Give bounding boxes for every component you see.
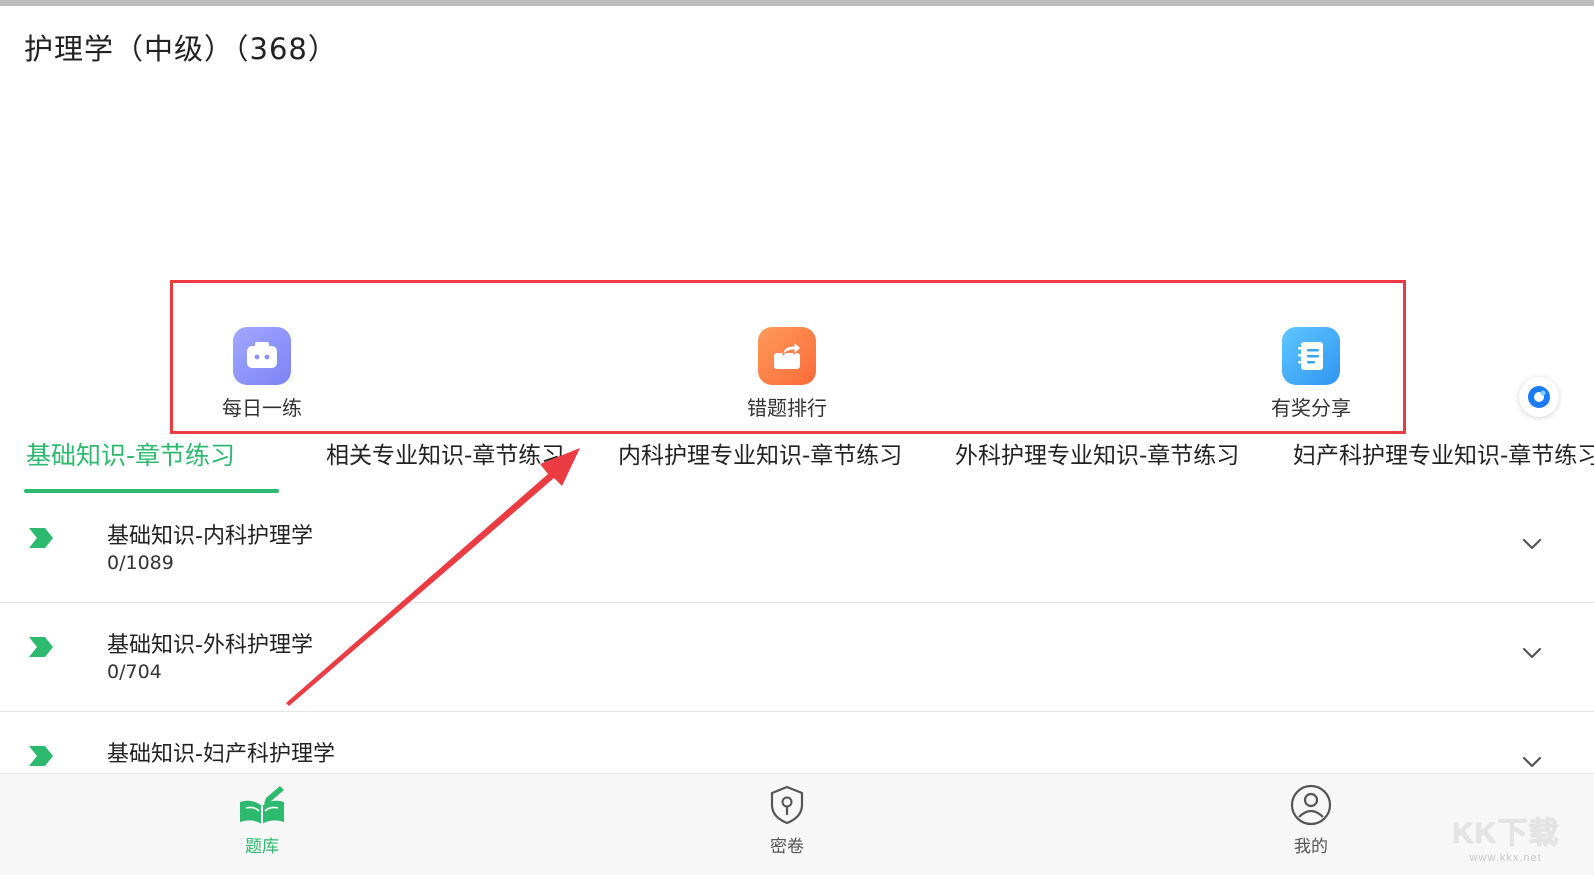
floating-assistant-button[interactable] bbox=[1519, 377, 1559, 417]
nav-secret-papers-label: 密卷 bbox=[770, 837, 804, 857]
chapter-name: 基础知识-内科护理学 bbox=[107, 524, 313, 549]
nav-profile-label: 我的 bbox=[1294, 837, 1328, 857]
nav-profile[interactable]: 我的 bbox=[1251, 784, 1371, 857]
watermark: KK下载 www.kkx.net bbox=[1452, 808, 1559, 864]
active-tab-indicator bbox=[24, 489, 279, 493]
daily-practice-label: 每日一练 bbox=[222, 396, 302, 420]
chapter-name: 基础知识-妇产科护理学 bbox=[107, 742, 335, 767]
shield-lock-icon bbox=[770, 785, 804, 825]
nav-question-bank-label: 题库 bbox=[245, 837, 279, 857]
wrong-ranking-button[interactable]: 错题排行 bbox=[707, 327, 867, 421]
green-chevron-flag-icon bbox=[29, 528, 53, 548]
watermark-url: www.kkx.net bbox=[1469, 852, 1542, 864]
chevron-down-icon[interactable] bbox=[1520, 645, 1544, 661]
bottom-nav: 题库 密卷 我的 bbox=[0, 773, 1594, 875]
chevron-down-icon[interactable] bbox=[1520, 754, 1544, 770]
notebook-icon bbox=[1282, 327, 1340, 385]
wrong-ranking-label: 错题排行 bbox=[747, 396, 827, 420]
chapter-progress: 0/1089 bbox=[107, 552, 174, 574]
chat-bubble-icon bbox=[1528, 386, 1550, 408]
chapter-progress: 0/704 bbox=[107, 661, 162, 683]
page-title: 护理学（中级）（368） bbox=[24, 32, 338, 66]
tab-basic-knowledge[interactable]: 基础知识-章节练习 bbox=[26, 438, 235, 478]
list-item[interactable]: 基础知识-外科护理学 0/704 bbox=[0, 603, 1594, 712]
robot-face-icon bbox=[233, 327, 291, 385]
export-folder-icon bbox=[758, 327, 816, 385]
green-chevron-flag-icon bbox=[29, 746, 53, 766]
nav-question-bank[interactable]: 题库 bbox=[202, 784, 322, 857]
chapter-name: 基础知识-外科护理学 bbox=[107, 633, 313, 658]
daily-practice-button[interactable]: 每日一练 bbox=[182, 327, 342, 421]
top-strip bbox=[0, 0, 1594, 6]
tab-obstetric-nursing[interactable]: 妇产科护理专业知识-章节练习 bbox=[1293, 438, 1594, 478]
tab-related-knowledge[interactable]: 相关专业知识-章节练习 bbox=[326, 438, 564, 478]
chapter-tabs: 基础知识-章节练习 相关专业知识-章节练习 内科护理专业知识-章节练习 外科护理… bbox=[0, 438, 1594, 494]
tab-internal-nursing[interactable]: 内科护理专业知识-章节练习 bbox=[618, 438, 902, 478]
nav-secret-papers[interactable]: 密卷 bbox=[727, 784, 847, 857]
reward-share-button[interactable]: 有奖分享 bbox=[1231, 327, 1391, 421]
user-icon bbox=[1290, 784, 1332, 826]
book-pen-icon bbox=[240, 786, 284, 824]
green-chevron-flag-icon bbox=[29, 637, 53, 657]
chevron-down-icon[interactable] bbox=[1520, 536, 1544, 552]
reward-share-label: 有奖分享 bbox=[1271, 396, 1351, 420]
list-item[interactable]: 基础知识-内科护理学 0/1089 bbox=[0, 494, 1594, 603]
watermark-logo: KK下载 bbox=[1452, 817, 1560, 850]
tab-surgical-nursing[interactable]: 外科护理专业知识-章节练习 bbox=[955, 438, 1239, 478]
